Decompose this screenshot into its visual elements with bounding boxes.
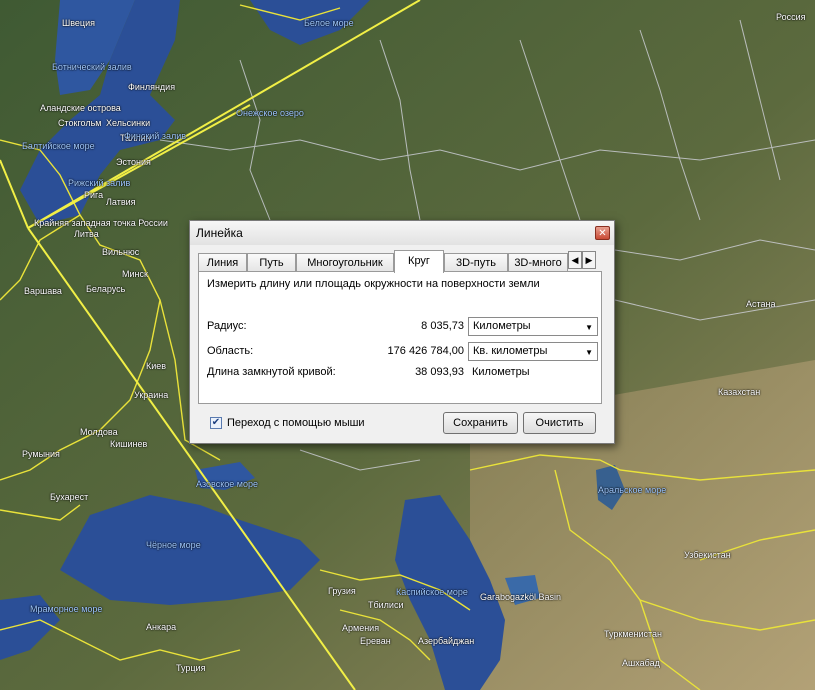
map-label: Украина [134, 390, 169, 400]
close-icon[interactable]: ✕ [595, 226, 610, 240]
map-label: Garabogazköl Basin [480, 592, 562, 602]
area-label: Область: [207, 345, 254, 357]
map-label: Турция [176, 663, 206, 673]
map-label: Хельсинки [106, 118, 151, 128]
radius-unit-select[interactable]: Километры ▼ [468, 317, 598, 336]
map-label: Балтийское море [22, 141, 95, 151]
map-label: Стокгольм [58, 118, 102, 128]
dialog-title: Линейка [196, 226, 243, 240]
map-label: Эстония [116, 157, 151, 167]
chevron-down-icon: ▼ [585, 323, 593, 332]
save-button[interactable]: Сохранить [443, 412, 518, 434]
map-label: Грузия [328, 586, 356, 596]
area-unit-select[interactable]: Кв. километры ▼ [468, 342, 598, 361]
ruler-dialog: Линейка ✕ Линия Путь Многоугольник Круг … [189, 220, 615, 444]
map-label: Чёрное море [146, 540, 201, 550]
map-label: Россия [776, 12, 806, 22]
map-label: Анкара [146, 622, 177, 632]
tab-line[interactable]: Линия [198, 253, 247, 272]
map-label: Латвия [106, 197, 136, 207]
map-label: Рига [84, 190, 104, 200]
map-label: Крайняя западная точка России [34, 218, 168, 228]
map-label: Казахстан [718, 387, 761, 397]
map-label: Киев [146, 361, 167, 371]
map-label: Румыния [22, 449, 60, 459]
map-label: Онежское озеро [236, 108, 304, 118]
map-label: Финляндия [128, 82, 176, 92]
perimeter-value: 38 093,93 [415, 366, 464, 378]
map-label: Туркменистан [604, 629, 663, 639]
map-label: Минск [122, 269, 148, 279]
radius-label: Радиус: [207, 320, 247, 332]
map-label: Азербайджан [418, 636, 475, 646]
map-label: Астана [746, 299, 776, 309]
radius-value: 8 035,73 [421, 320, 464, 332]
map-label: Швеция [62, 18, 95, 28]
mouse-navigation-checkbox[interactable]: ✔ [210, 417, 222, 429]
perimeter-label: Длина замкнутой кривой: [207, 366, 336, 378]
map-label: Ашхабад [622, 658, 660, 668]
map-label: Мраморное море [30, 604, 103, 614]
map-label: Тбилиси [368, 600, 404, 610]
map-label: Бухарест [50, 492, 89, 502]
map-label: Белое море [304, 18, 354, 28]
clear-button[interactable]: Очистить [523, 412, 596, 434]
map-label: Беларусь [86, 284, 126, 294]
tab-polygon[interactable]: Многоугольник [296, 253, 394, 272]
map-label: Аландские острова [40, 103, 121, 113]
map-label: Узбекистан [684, 550, 731, 560]
map-label: Литва [74, 229, 99, 239]
map-label: Вильнюс [102, 247, 140, 257]
perimeter-unit: Километры [472, 366, 530, 378]
map-label: Ереван [360, 636, 391, 646]
map-label: Армения [342, 623, 380, 633]
circle-panel: Измерить длину или площадь окружности на… [198, 271, 602, 404]
dialog-titlebar[interactable]: Линейка ✕ [190, 221, 614, 245]
description-text: Измерить длину или площадь окружности на… [207, 278, 540, 290]
mouse-navigation-label[interactable]: Переход с помощью мыши [227, 417, 365, 429]
map-label: Молдова [80, 427, 118, 437]
map-label: Азовское море [196, 479, 258, 489]
chevron-down-icon: ▼ [585, 348, 593, 357]
area-unit-value: Кв. километры [473, 345, 548, 357]
map-label: Варшава [24, 286, 62, 296]
tab-bar: Линия Путь Многоугольник Круг 3D-путь 3D… [198, 250, 608, 273]
tab-scroll-left-icon[interactable]: ◀ [568, 251, 582, 269]
map-label: Рижский залив [68, 178, 131, 188]
tab-path[interactable]: Путь [247, 253, 296, 272]
tab-3d-polygon[interactable]: 3D-много [508, 253, 568, 272]
tab-3d-path[interactable]: 3D-путь [444, 253, 508, 272]
map-label: Ботнический залив [52, 62, 132, 72]
map-label: Каспийское море [396, 587, 468, 597]
map-label: Аральское море [598, 485, 667, 495]
tab-circle[interactable]: Круг [394, 250, 444, 273]
area-value: 176 426 784,00 [387, 345, 464, 357]
map-label: Финский залив [124, 131, 187, 141]
radius-unit-value: Километры [473, 320, 531, 332]
map-label: Кишинев [110, 439, 148, 449]
tab-scroll-right-icon[interactable]: ▶ [582, 251, 596, 269]
